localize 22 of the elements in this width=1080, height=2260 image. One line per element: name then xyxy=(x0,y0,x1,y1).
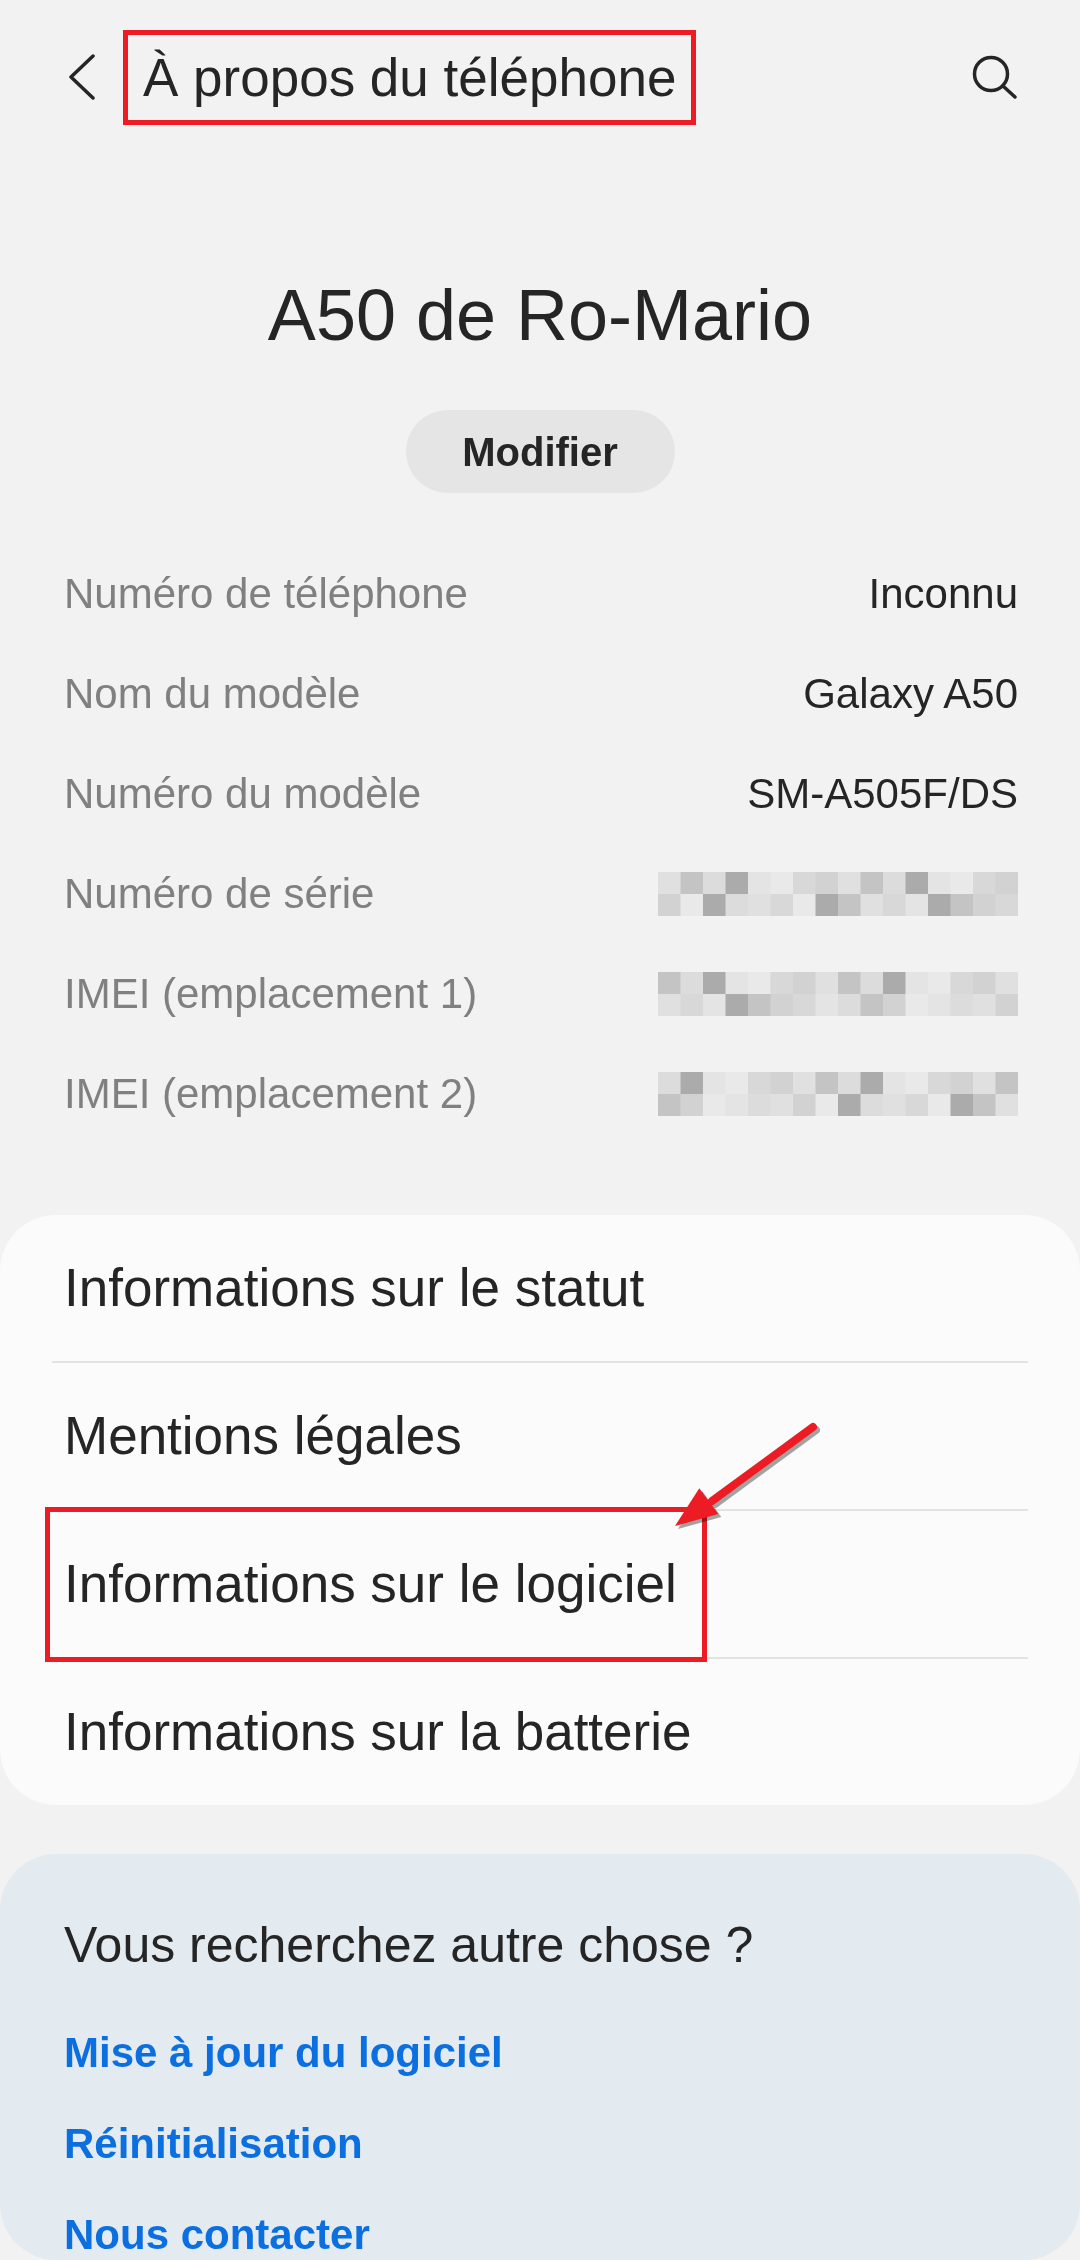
edit-button[interactable]: Modifier xyxy=(405,410,675,493)
info-value: Inconnu xyxy=(868,569,1018,619)
suggestions-title: Vous recherchez autre chose ? xyxy=(64,1916,754,1975)
suggestion-link[interactable]: Réinitialisation xyxy=(64,2120,363,2168)
menu-item[interactable]: Informations sur le statut xyxy=(50,1215,670,1361)
info-value: SM-A505F/DS xyxy=(747,769,1018,819)
search-icon[interactable] xyxy=(972,55,1018,99)
menu-item[interactable]: Informations sur la batterie xyxy=(50,1659,717,1805)
info-label: Numéro de série xyxy=(64,869,375,919)
info-value: Galaxy A50 xyxy=(803,669,1018,719)
menu-item[interactable]: Informations sur le logiciel xyxy=(50,1511,702,1657)
info-label: Nom du modèle xyxy=(64,669,361,719)
device-name: A50 de Ro-Mario xyxy=(267,274,813,357)
info-label: IMEI (emplacement 1) xyxy=(64,969,478,1019)
info-label: IMEI (emplacement 2) xyxy=(64,1069,478,1119)
info-label: Numéro de téléphone xyxy=(64,569,468,619)
suggestion-link[interactable]: Nous contacter xyxy=(64,2211,370,2259)
page-title: À propos du téléphone xyxy=(143,46,677,108)
suggestion-link[interactable]: Mise à jour du logiciel xyxy=(64,2029,503,2077)
back-icon[interactable] xyxy=(69,54,95,100)
menu-item[interactable]: Mentions légales xyxy=(50,1363,487,1509)
info-label: Numéro du modèle xyxy=(64,769,422,819)
